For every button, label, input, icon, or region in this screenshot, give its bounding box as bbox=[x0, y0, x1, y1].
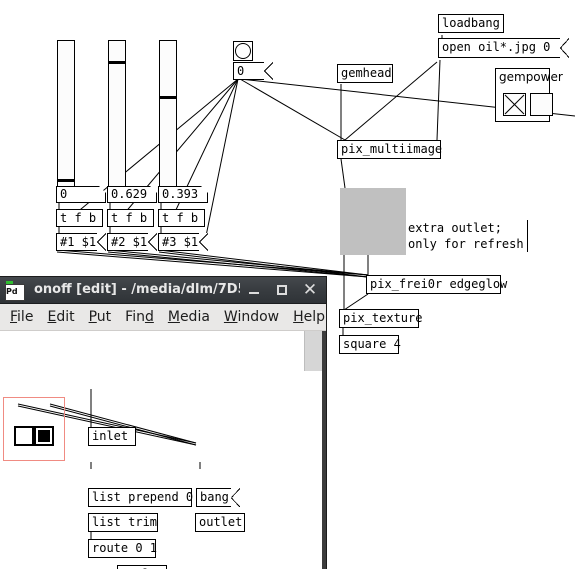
bang-object[interactable] bbox=[233, 41, 253, 61]
minimize-icon bbox=[249, 292, 259, 294]
open-image-message[interactable]: open oil*.jpg 0 bbox=[438, 38, 569, 58]
comment-text: extra outlet; only for refresh bbox=[408, 221, 524, 251]
close-button[interactable]: ✕ bbox=[296, 277, 324, 303]
menu-help[interactable]: Help bbox=[286, 304, 326, 330]
param-message-1[interactable]: #1 $1 bbox=[56, 233, 106, 251]
vslider-2[interactable] bbox=[108, 40, 126, 187]
number-box-2[interactable]: 0.629 bbox=[107, 186, 157, 203]
route-object[interactable]: route 0 1 bbox=[88, 539, 157, 558]
vslider-3[interactable] bbox=[159, 40, 177, 187]
number-box-1[interactable]: 0 bbox=[56, 186, 106, 203]
vertical-scrollbar-thumb[interactable] bbox=[304, 331, 322, 371]
onoff-titlebar[interactable]: Pd onoff [edit] - /media/dlm/7D53-8744/D… bbox=[0, 277, 326, 304]
pd-icon-label: Pd bbox=[6, 287, 18, 296]
trigger-object-3[interactable]: t f b bbox=[158, 209, 205, 227]
maximize-button[interactable] bbox=[268, 277, 296, 303]
inlet-object[interactable]: inlet bbox=[88, 427, 136, 446]
pix-texture-object[interactable]: pix_texture bbox=[339, 309, 422, 328]
gemhead-object[interactable]: gemhead bbox=[337, 64, 393, 83]
menu-file[interactable]: File bbox=[3, 304, 40, 330]
param-message-2[interactable]: #2 $1 bbox=[107, 233, 157, 251]
toggle-off-box[interactable] bbox=[14, 426, 34, 446]
vslider-2-knob[interactable] bbox=[109, 61, 125, 64]
number-box-3[interactable]: 0.393 bbox=[158, 186, 208, 203]
menu-window[interactable]: Window bbox=[217, 304, 286, 330]
param-message-3[interactable]: #3 $1 bbox=[158, 233, 208, 251]
toggle-on-fill-icon bbox=[38, 430, 50, 442]
gempower-toggle-off[interactable] bbox=[530, 93, 553, 116]
onoff-canvas[interactable]: inlet list prepend 0 bang list trim outl… bbox=[0, 331, 326, 569]
gempower-label: gempower bbox=[499, 70, 563, 84]
outlet-object-mid[interactable]: outlet bbox=[117, 565, 167, 569]
list-prepend-object[interactable]: list prepend 0 bbox=[88, 488, 193, 507]
gop-gray-region[interactable] bbox=[340, 188, 406, 255]
zero-message[interactable]: 0 bbox=[233, 62, 273, 80]
bang-message[interactable]: bang bbox=[196, 488, 240, 507]
outlet-object-right[interactable]: outlet bbox=[195, 513, 245, 532]
maximize-icon bbox=[277, 285, 287, 295]
gempower-toggle-on[interactable] bbox=[503, 93, 526, 116]
text-caret bbox=[526, 220, 528, 252]
menu-media[interactable]: Media bbox=[161, 304, 217, 330]
loadbang-object[interactable]: loadbang bbox=[438, 14, 504, 33]
pix-multiimage-object[interactable]: pix_multiimage bbox=[337, 140, 442, 159]
menu-edit[interactable]: Edit bbox=[40, 304, 81, 330]
minimize-button[interactable] bbox=[240, 277, 268, 303]
vslider-3-knob[interactable] bbox=[160, 96, 176, 99]
square-object[interactable]: square 4 bbox=[339, 335, 401, 354]
trigger-object-1[interactable]: t f b bbox=[56, 209, 103, 227]
menu-find[interactable]: Find bbox=[118, 304, 161, 330]
pix-frei0r-object[interactable]: pix_frei0r edgeglow bbox=[366, 275, 507, 294]
bang-circle-icon bbox=[235, 43, 251, 59]
list-trim-object[interactable]: list trim bbox=[88, 513, 158, 532]
onoff-menubar[interactable]: File Edit Put Find Media Window Help bbox=[0, 304, 326, 331]
trigger-object-2[interactable]: t f b bbox=[107, 209, 154, 227]
toggle-on-box[interactable] bbox=[34, 426, 54, 446]
vslider-1-knob[interactable] bbox=[58, 179, 74, 182]
vslider-1[interactable] bbox=[57, 40, 75, 187]
gempower-subpatch[interactable]: gempower bbox=[495, 68, 563, 122]
window-right-edge bbox=[322, 331, 326, 569]
extra-outlet-comment: extra outlet; only for refresh bbox=[408, 220, 528, 252]
pd-app-icon: Pd bbox=[3, 281, 25, 301]
toggle-x-icon bbox=[504, 94, 525, 115]
menu-put[interactable]: Put bbox=[82, 304, 119, 330]
window-title: onoff [edit] - /media/dlm/7D53-8744/D bbox=[34, 282, 240, 297]
onoff-window[interactable]: Pd onoff [edit] - /media/dlm/7D53-8744/D… bbox=[0, 277, 326, 569]
